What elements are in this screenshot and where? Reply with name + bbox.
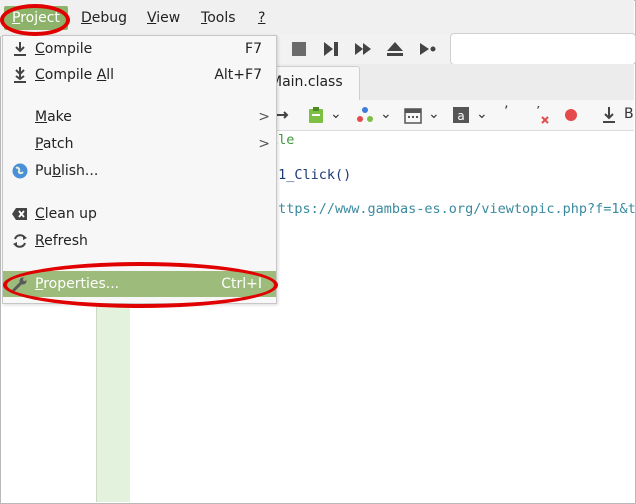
eject-icon[interactable] [386, 40, 404, 58]
shortcut-compile: F7 [245, 41, 262, 57]
shortcut-compile-all: Alt+F7 [214, 67, 262, 83]
menu-item-refresh[interactable]: Refresh [3, 228, 276, 254]
submenu-arrow-icon: > [258, 109, 270, 125]
menu-item-make[interactable]: Make > [3, 104, 276, 130]
wrench-icon [12, 277, 27, 292]
code-line-3: https://www.gambas-es.org/viewtopic.php?… [270, 201, 636, 217]
menu-item-compile[interactable]: Compile F7 [3, 36, 276, 62]
color-dots-icon[interactable] [356, 106, 374, 124]
dropdown-chevron-icon[interactable]: ⌄ [380, 106, 392, 122]
toolbar-field[interactable] [450, 33, 636, 65]
run-to-icon[interactable] [418, 40, 436, 58]
calendar-icon[interactable] [404, 106, 422, 124]
indent-icon[interactable] [276, 108, 290, 122]
dropdown-chevron-icon[interactable]: ⌄ [330, 106, 342, 122]
record-icon[interactable] [563, 107, 579, 123]
svg-text:’: ’ [536, 106, 540, 120]
shortcut-properties: Ctrl+I [221, 276, 262, 292]
tab-main-class-label: Main.class [270, 74, 343, 90]
dropdown-chevron-icon[interactable]: ⌄ [428, 106, 440, 122]
menu-project[interactable]: Project [4, 6, 68, 30]
step-icon[interactable] [322, 40, 340, 58]
clean-icon [12, 208, 27, 220]
menu-item-patch[interactable]: Patch > [3, 131, 276, 157]
menu-view[interactable]: View [139, 6, 188, 30]
refresh-icon [13, 234, 27, 248]
text-box-icon[interactable]: a [452, 106, 470, 124]
compile-icon [14, 42, 26, 56]
uncomment-icon[interactable]: ’ [534, 106, 550, 124]
svg-text:a: a [457, 109, 464, 123]
menu-help[interactable]: ? [250, 6, 273, 30]
stop-icon[interactable] [290, 40, 308, 58]
download-icon[interactable] [602, 106, 616, 124]
menu-item-compile-all[interactable]: Compile All Alt+F7 [3, 62, 276, 88]
clipboard-icon[interactable] [308, 106, 324, 124]
project-dropdown-menu: Compile F7 Compile All Alt+F7 Make > Pat… [2, 35, 277, 304]
menu-item-publish[interactable]: Publish... [3, 158, 276, 184]
menu-item-properties[interactable]: Properties... Ctrl+I [3, 271, 276, 297]
toolbar-b-label: B [624, 106, 634, 122]
code-line-2: n1_Click() [270, 167, 352, 183]
menu-debug[interactable]: Debug [73, 6, 135, 30]
compile-all-icon [14, 67, 26, 83]
fast-forward-icon[interactable] [354, 40, 372, 58]
comment-quote-icon[interactable]: ’ [504, 104, 508, 120]
dropdown-chevron-icon[interactable]: ⌄ [476, 106, 488, 122]
menu-item-clean-up[interactable]: Clean up [3, 201, 276, 227]
menu-tools[interactable]: Tools [193, 6, 244, 30]
submenu-arrow-icon: > [258, 136, 270, 152]
globe-icon [12, 163, 28, 179]
